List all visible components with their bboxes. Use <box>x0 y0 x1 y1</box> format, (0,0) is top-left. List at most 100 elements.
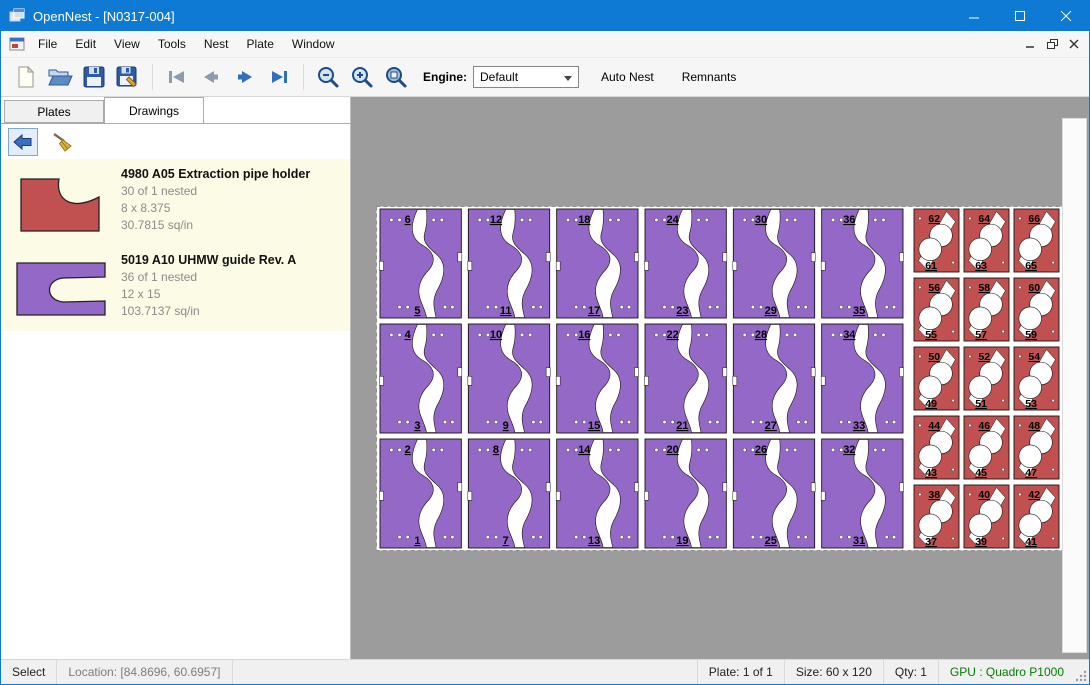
save-icon <box>82 65 106 89</box>
menu-tools[interactable]: Tools <box>149 33 195 55</box>
drawing-area: 30.7815 sq/in <box>121 218 310 232</box>
nest-part-pair[interactable]: 3635 <box>821 209 903 318</box>
nest-part-pair[interactable]: 34 33 <box>821 324 903 433</box>
svg-text:28: 28 <box>755 329 767 341</box>
svg-text:19: 19 <box>676 535 688 547</box>
svg-text:57: 57 <box>975 329 987 341</box>
nest-part-pair[interactable]: 2625 <box>733 439 815 548</box>
svg-text:38: 38 <box>928 489 940 501</box>
nest-part-pair[interactable]: 3231 <box>821 439 903 548</box>
nest-part-pair[interactable]: 65 <box>380 209 462 318</box>
nest-part-pair[interactable]: 5857 <box>964 278 1009 341</box>
nest-part-pair[interactable]: 5655 <box>914 278 959 341</box>
nest-part-pair[interactable]: 2221 <box>645 324 727 433</box>
nest-part-pair[interactable]: 1817 <box>556 209 638 318</box>
minimize-button[interactable] <box>951 1 997 31</box>
nest-part-pair[interactable]: 3029 <box>733 209 815 318</box>
nest-part-pair[interactable]: 87 <box>468 439 550 548</box>
zoom-out-button[interactable] <box>312 61 344 93</box>
new-file-icon <box>15 65 37 89</box>
first-plate-button[interactable] <box>161 61 193 93</box>
auto-nest-button[interactable]: Auto Nest <box>595 65 660 89</box>
nest-part-pair[interactable]: 6665 <box>1014 209 1059 272</box>
svg-text:66: 66 <box>1028 213 1040 225</box>
svg-text:35: 35 <box>853 305 865 317</box>
svg-text:50: 50 <box>928 351 940 363</box>
nest-part-pair[interactable]: 5453 <box>1014 347 1059 410</box>
nest-plate[interactable]: 6512111817242330293635 4310916152221 28 27 3… <box>376 206 1064 551</box>
mdi-close-button[interactable] <box>1063 34 1085 54</box>
drawing-title: 4980 A05 Extraction pipe holder <box>121 167 310 181</box>
svg-text:37: 37 <box>925 536 937 548</box>
last-arrow-icon <box>268 68 290 86</box>
first-arrow-icon <box>166 68 188 86</box>
svg-text:25: 25 <box>765 535 777 547</box>
menu-view[interactable]: View <box>105 33 149 55</box>
menu-plate[interactable]: Plate <box>238 33 283 55</box>
mdi-minimize-button[interactable] <box>1019 34 1041 54</box>
nest-part-pair[interactable]: 6463 <box>964 209 1009 272</box>
svg-text:53: 53 <box>1025 398 1037 410</box>
nest-part-pair[interactable]: 4645 <box>964 416 1009 479</box>
svg-text:7: 7 <box>503 535 509 547</box>
nest-part-pair[interactable]: 1615 <box>556 324 638 433</box>
nest-part-pair[interactable]: 5251 <box>964 347 1009 410</box>
part-thumbnail-red <box>11 165 111 243</box>
nest-part-pair[interactable]: 6261 <box>914 209 959 272</box>
nest-part-pair[interactable]: 2423 <box>645 209 727 318</box>
maximize-button[interactable] <box>997 1 1043 31</box>
next-plate-button[interactable] <box>229 61 261 93</box>
document-icon <box>9 37 25 51</box>
zoom-in-button[interactable] <box>346 61 378 93</box>
nest-canvas[interactable]: 6512111817242330293635 4310916152221 28 27 3… <box>351 97 1089 659</box>
drawing-item-purple[interactable]: 5019 A10 UHMW guide Rev. A 36 of 1 neste… <box>1 245 350 331</box>
status-size: Size: 60 x 120 <box>784 660 883 684</box>
close-button[interactable] <box>1043 1 1089 31</box>
clean-button[interactable] <box>47 128 77 156</box>
open-folder-icon <box>47 66 73 88</box>
tab-drawings[interactable]: Drawings <box>104 97 204 123</box>
svg-text:27: 27 <box>765 420 777 432</box>
new-button[interactable] <box>10 61 42 93</box>
nest-part-pair[interactable]: 43 <box>380 324 462 433</box>
zoom-fit-button[interactable] <box>380 61 412 93</box>
svg-text:59: 59 <box>1025 329 1037 341</box>
nest-part-pair[interactable]: 2019 <box>645 439 727 548</box>
nest-part-pair[interactable]: 4443 <box>914 416 959 479</box>
svg-text:33: 33 <box>853 420 865 432</box>
menu-window[interactable]: Window <box>283 33 344 55</box>
engine-select[interactable]: Default <box>473 66 579 88</box>
vertical-scrollbar[interactable] <box>1062 118 1087 653</box>
nest-part-pair[interactable]: 28 27 <box>733 324 815 433</box>
nest-part-pair[interactable]: 5049 <box>914 347 959 410</box>
nest-part-pair[interactable]: 1211 <box>468 209 550 318</box>
open-button[interactable] <box>44 61 76 93</box>
menu-edit[interactable]: Edit <box>66 33 105 55</box>
mdi-restore-button[interactable] <box>1041 34 1063 54</box>
last-plate-button[interactable] <box>263 61 295 93</box>
nest-part-pair[interactable]: 4039 <box>964 485 1009 548</box>
swap-parts-button[interactable] <box>8 128 38 156</box>
svg-text:44: 44 <box>928 420 940 432</box>
menu-nest[interactable]: Nest <box>195 33 238 55</box>
status-mode: Select <box>1 660 57 684</box>
remnants-button[interactable]: Remnants <box>676 65 743 89</box>
nest-part-pair[interactable]: 4241 <box>1014 485 1059 548</box>
resize-grip[interactable] <box>1075 660 1089 684</box>
svg-text:64: 64 <box>978 213 990 225</box>
save-as-button[interactable] <box>112 61 144 93</box>
menu-file[interactable]: File <box>29 33 66 55</box>
nest-part-pair[interactable]: 109 <box>468 324 550 433</box>
nest-part-pair[interactable]: 1413 <box>556 439 638 548</box>
svg-text:1: 1 <box>414 535 420 547</box>
drawing-item-red[interactable]: 4980 A05 Extraction pipe holder 30 of 1 … <box>1 159 350 245</box>
nest-part-pair[interactable]: 4847 <box>1014 416 1059 479</box>
svg-text:6: 6 <box>405 214 411 226</box>
svg-text:34: 34 <box>843 329 856 341</box>
save-button[interactable] <box>78 61 110 93</box>
nest-part-pair[interactable]: 21 <box>380 439 462 548</box>
tab-plates[interactable]: Plates <box>4 100 104 123</box>
nest-part-pair[interactable]: 6059 <box>1014 278 1059 341</box>
nest-part-pair[interactable]: 38 37 <box>914 485 959 548</box>
previous-plate-button[interactable] <box>195 61 227 93</box>
